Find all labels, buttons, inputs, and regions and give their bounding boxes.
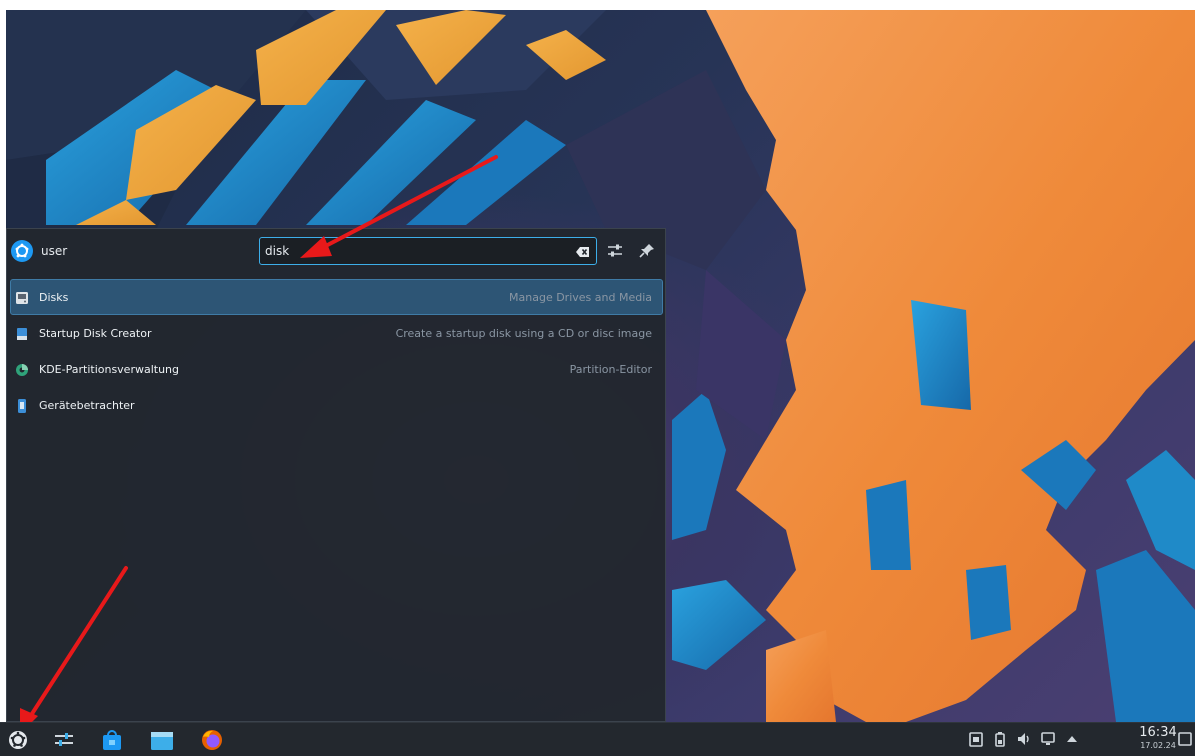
result-name: Gerätebetrachter bbox=[39, 399, 135, 412]
result-name: Startup Disk Creator bbox=[39, 327, 152, 340]
search-box[interactable] bbox=[259, 237, 597, 265]
result-description: Create a startup disk using a CD or disc… bbox=[395, 327, 652, 340]
clock-time: 16:34 bbox=[1139, 725, 1177, 740]
user-name: user bbox=[41, 244, 68, 258]
search-results-list: Disks Manage Drives and Media Startup Di… bbox=[10, 279, 663, 423]
system-settings-icon[interactable] bbox=[52, 729, 76, 751]
volume-icon[interactable] bbox=[1016, 731, 1032, 747]
file-manager-icon[interactable] bbox=[150, 729, 174, 751]
search-input[interactable] bbox=[265, 242, 565, 260]
desktop-screen: user disk Disks Manage Drives and Media … bbox=[0, 0, 1195, 756]
firefox-icon[interactable] bbox=[200, 729, 224, 751]
result-description: Partition-Editor bbox=[569, 363, 652, 376]
clock-date: 17.02.24 bbox=[1140, 741, 1176, 750]
result-item-disks[interactable]: Disks Manage Drives and Media bbox=[10, 279, 663, 315]
network-icon[interactable] bbox=[1040, 731, 1056, 747]
show-desktop-icon[interactable] bbox=[1177, 731, 1193, 747]
result-name: KDE-Partitionsverwaltung bbox=[39, 363, 180, 376]
pin-icon[interactable] bbox=[637, 242, 657, 260]
tray-expand-icon[interactable] bbox=[1064, 731, 1080, 747]
usb-drive-icon bbox=[15, 326, 29, 340]
result-item-startup-disk-creator[interactable]: Startup Disk Creator Create a startup di… bbox=[10, 315, 663, 351]
clear-search-icon[interactable] bbox=[576, 244, 590, 258]
clipboard-icon[interactable] bbox=[968, 731, 984, 747]
result-name: Disks bbox=[39, 291, 69, 304]
application-launcher-panel: user disk Disks Manage Drives and Media … bbox=[6, 228, 666, 722]
application-launcher-icon[interactable] bbox=[6, 729, 30, 751]
result-description: Manage Drives and Media bbox=[509, 291, 652, 304]
device-viewer-icon bbox=[15, 398, 29, 413]
discover-store-icon[interactable] bbox=[100, 729, 124, 751]
launcher-header: user bbox=[7, 229, 665, 275]
battery-icon[interactable] bbox=[992, 731, 1008, 747]
configure-icon[interactable] bbox=[605, 242, 625, 260]
result-item-kde-partitionsverwaltung[interactable]: KDE-Partitionsverwaltung Partition-Edito… bbox=[10, 351, 663, 387]
digital-clock[interactable]: 16:34 17.02.24 bbox=[1136, 725, 1180, 751]
disks-icon bbox=[15, 290, 29, 304]
partition-manager-icon bbox=[15, 362, 29, 376]
result-item-geraetebetrachter[interactable]: Gerätebetrachter bbox=[10, 387, 663, 423]
taskbar: 16:34 17.02.24 bbox=[0, 722, 1195, 756]
user-avatar-icon[interactable] bbox=[11, 240, 33, 262]
